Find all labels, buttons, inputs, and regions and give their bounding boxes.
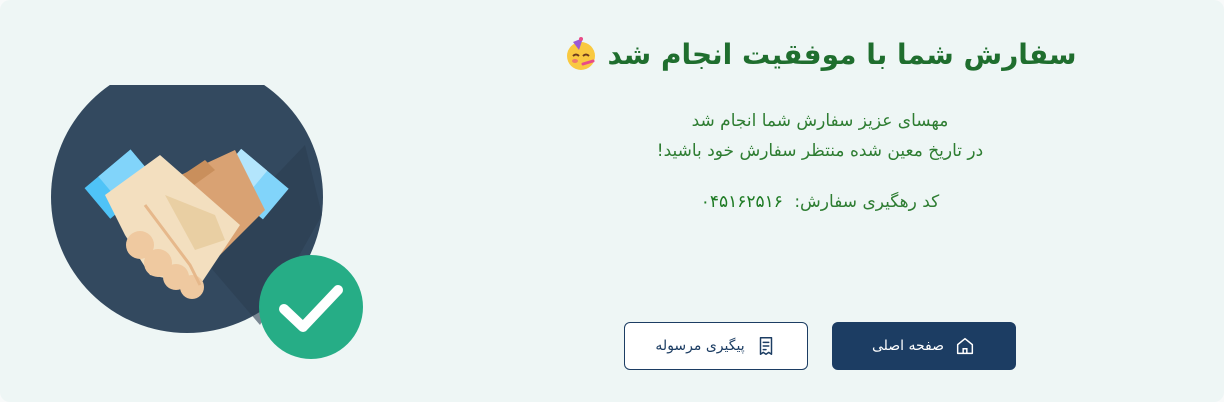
tracking-code-row: کد رهگیری سفارش: ۰۴۵۱۶۲۵۱۶ — [540, 192, 1100, 212]
track-button-label: پیگیری مرسوله — [655, 338, 745, 354]
handshake-icon — [51, 61, 363, 359]
message-line-2: در تاریخ معین شده منتظر سفارش خود باشید! — [656, 141, 984, 161]
message-line-1: مهسای عزیز سفارش شما انجام شد — [691, 111, 949, 131]
page-title: سفارش شما با موفقیت انجام شد — [540, 36, 1100, 72]
handshake-illustration — [50, 61, 370, 365]
party-face-emoji-icon — [567, 37, 596, 70]
home-button-label: صفحه اصلی — [871, 338, 945, 354]
success-content: سفارش شما با موفقیت انجام شد مهسای عزیز … — [540, 36, 1100, 212]
track-shipment-button[interactable]: پیگیری مرسوله — [624, 322, 808, 370]
order-success-card: سفارش شما با موفقیت انجام شد مهسای عزیز … — [0, 0, 1224, 402]
tracking-code: ۰۴۵۱۶۲۵۱۶ — [700, 192, 783, 212]
receipt-icon — [759, 337, 772, 355]
check-badge-icon — [259, 255, 363, 359]
title-text: سفارش شما با موفقیت انجام شد — [607, 37, 1077, 71]
action-buttons: صفحه اصلی پیگیری مرسوله — [624, 322, 1016, 370]
home-icon — [956, 337, 974, 355]
tracking-label: کد رهگیری سفارش: — [794, 192, 940, 212]
success-message: مهسای عزیز سفارش شما انجام شد در تاریخ م… — [540, 106, 1100, 166]
home-button[interactable]: صفحه اصلی — [832, 322, 1016, 370]
